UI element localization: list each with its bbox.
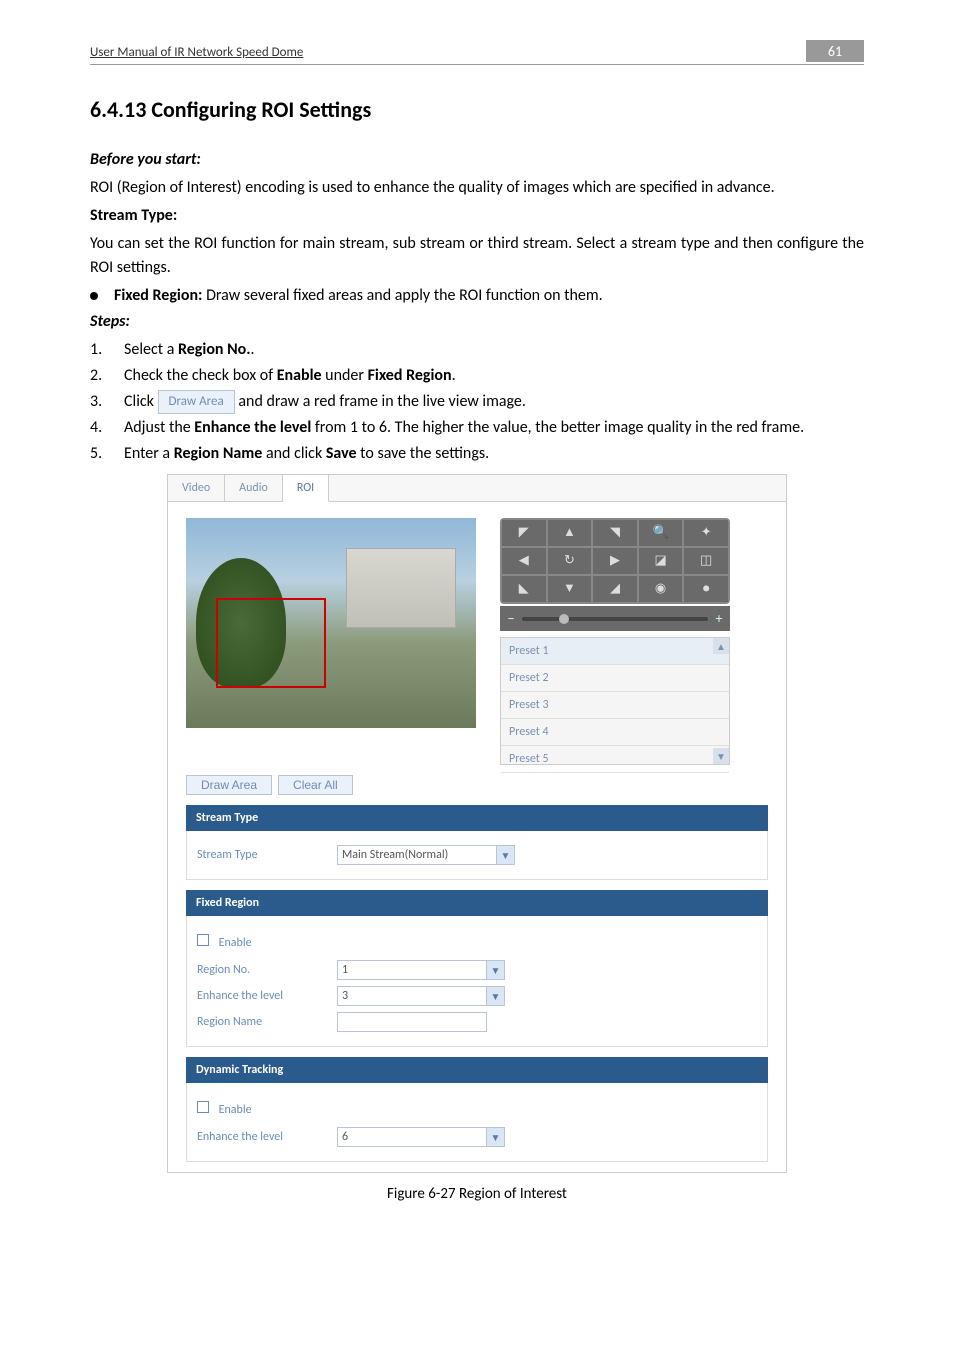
draw-area-inline-button: Draw Area <box>158 390 235 414</box>
ptz-right-icon[interactable]: ▶ <box>593 548 637 574</box>
roi-red-frame[interactable] <box>216 598 326 688</box>
preset-item-2[interactable]: Preset 2 <box>501 665 729 692</box>
tab-video[interactable]: Video <box>168 475 225 501</box>
preset-item-5[interactable]: Preset 5 <box>501 746 729 773</box>
enhance-level-select[interactable]: 3 ▼ <box>337 986 505 1006</box>
region-name-label: Region Name <box>197 1013 337 1031</box>
enhance-level-value: 3 <box>337 986 487 1006</box>
fixed-enable-label: Enable <box>219 936 252 950</box>
dynamic-enhance-level-value: 6 <box>337 1127 487 1147</box>
chevron-down-icon[interactable]: ▼ <box>487 986 505 1006</box>
before-you-start-label: Before you start: <box>90 148 864 172</box>
stream-type-value: Main Stream(Normal) <box>337 845 497 865</box>
ptz-panel: ◤ ▲ ◥ 🔍 ✦ ◀ ↻ ▶ ◪ ◫ ◣ ▼ ◢ ◉ ● <box>500 518 730 765</box>
chevron-down-icon[interactable]: ▼ <box>487 960 505 980</box>
draw-area-button[interactable]: Draw Area <box>186 775 272 795</box>
fixed-region-section-header: Fixed Region <box>186 890 768 916</box>
fixed-region-bullet: Fixed Region: Draw several fixed areas a… <box>114 284 603 308</box>
light-icon[interactable]: ✦ <box>684 520 728 546</box>
page-number: 61 <box>806 40 864 62</box>
bullet-icon <box>90 292 98 300</box>
section-heading: 6.4.13 Configuring ROI Settings <box>90 93 864 126</box>
figure-caption: Figure 6-27 Region of Interest <box>90 1183 864 1206</box>
preset-item-3[interactable]: Preset 3 <box>501 692 729 719</box>
preset-item-1[interactable]: Preset 1 <box>501 638 729 665</box>
region-name-input[interactable] <box>337 1012 487 1032</box>
stream-type-text: You can set the ROI function for main st… <box>90 232 864 280</box>
zoom-in-icon[interactable]: 🔍 <box>639 520 683 546</box>
step-5-text: Enter a Region Name and click Save to sa… <box>124 442 489 466</box>
region-no-select[interactable]: 1 ▼ <box>337 960 505 980</box>
live-view-preview[interactable] <box>186 518 476 728</box>
ptz-down-icon[interactable]: ▼ <box>548 576 592 602</box>
preset-scroll-down-icon[interactable]: ▼ <box>713 748 729 764</box>
step-2-text: Check the check box of Enable under Fixe… <box>124 364 456 388</box>
slider-track[interactable] <box>522 617 708 621</box>
ptz-down-right-icon[interactable]: ◢ <box>593 576 637 602</box>
region-no-value: 1 <box>337 960 487 980</box>
dynamic-enable-row[interactable]: Enable <box>197 1097 252 1121</box>
before-you-start-text: ROI (Region of Interest) encoding is use… <box>90 176 864 200</box>
header-title: User Manual of IR Network Speed Dome <box>90 43 303 63</box>
chevron-down-icon[interactable]: ▼ <box>487 1127 505 1147</box>
ptz-speed-slider[interactable]: − + <box>500 606 730 631</box>
dynamic-enhance-level-select[interactable]: 6 ▼ <box>337 1127 505 1147</box>
clear-all-button[interactable]: Clear All <box>278 775 353 795</box>
preview-building-shape <box>346 548 456 628</box>
ptz-auto-icon[interactable]: ↻ <box>548 548 592 574</box>
step-4-num: 4. <box>90 416 108 440</box>
tabs-bar: Video Audio ROI <box>168 475 786 502</box>
slider-minus-icon[interactable]: − <box>504 608 518 629</box>
page-header: User Manual of IR Network Speed Dome 61 <box>90 40 864 65</box>
fixed-enable-checkbox[interactable] <box>197 934 209 946</box>
step-1-text: Select a Region No.. <box>124 338 255 362</box>
enhance-level-label: Enhance the level <box>197 987 337 1005</box>
iris-close-icon[interactable]: ● <box>684 576 728 602</box>
preset-item-4[interactable]: Preset 4 <box>501 719 729 746</box>
ptz-up-left-icon[interactable]: ◤ <box>502 520 546 546</box>
tab-roi[interactable]: ROI <box>283 475 329 502</box>
stream-type-field-label: Stream Type <box>197 846 337 864</box>
ptz-down-left-icon[interactable]: ◣ <box>502 576 546 602</box>
step-1-num: 1. <box>90 338 108 362</box>
focus-near-icon[interactable]: ◪ <box>639 548 683 574</box>
ptz-left-icon[interactable]: ◀ <box>502 548 546 574</box>
stream-type-select[interactable]: Main Stream(Normal) ▼ <box>337 845 515 865</box>
steps-label: Steps: <box>90 310 864 334</box>
stream-type-section-header: Stream Type <box>186 805 768 831</box>
step-2-num: 2. <box>90 364 108 388</box>
preset-list: ▲ Preset 1 Preset 2 Preset 3 Preset 4 Pr… <box>500 637 730 765</box>
wiper-icon[interactable]: ◫ <box>684 548 728 574</box>
step-4-text: Adjust the Enhance the level from 1 to 6… <box>124 416 804 440</box>
preset-scroll-up-icon[interactable]: ▲ <box>713 638 729 654</box>
step-5-num: 5. <box>90 442 108 466</box>
step-3-num: 3. <box>90 390 108 414</box>
slider-thumb[interactable] <box>559 614 569 624</box>
dynamic-tracking-section-header: Dynamic Tracking <box>186 1057 768 1083</box>
tab-audio[interactable]: Audio <box>225 475 283 501</box>
roi-settings-screenshot: Video Audio ROI ◤ ▲ ◥ 🔍 ✦ <box>167 474 787 1173</box>
step-3-text: Click Draw Area and draw a red frame in … <box>124 390 526 414</box>
dynamic-enable-label: Enable <box>219 1103 252 1117</box>
slider-plus-icon[interactable]: + <box>712 608 726 629</box>
dynamic-enable-checkbox[interactable] <box>197 1101 209 1113</box>
ptz-up-right-icon[interactable]: ◥ <box>593 520 637 546</box>
chevron-down-icon[interactable]: ▼ <box>497 845 515 865</box>
region-no-label: Region No. <box>197 961 337 979</box>
fixed-enable-row[interactable]: Enable <box>197 930 252 954</box>
dynamic-enhance-level-label: Enhance the level <box>197 1128 337 1146</box>
stream-type-label: Stream Type: <box>90 204 864 228</box>
iris-open-icon[interactable]: ◉ <box>639 576 683 602</box>
ptz-up-icon[interactable]: ▲ <box>548 520 592 546</box>
